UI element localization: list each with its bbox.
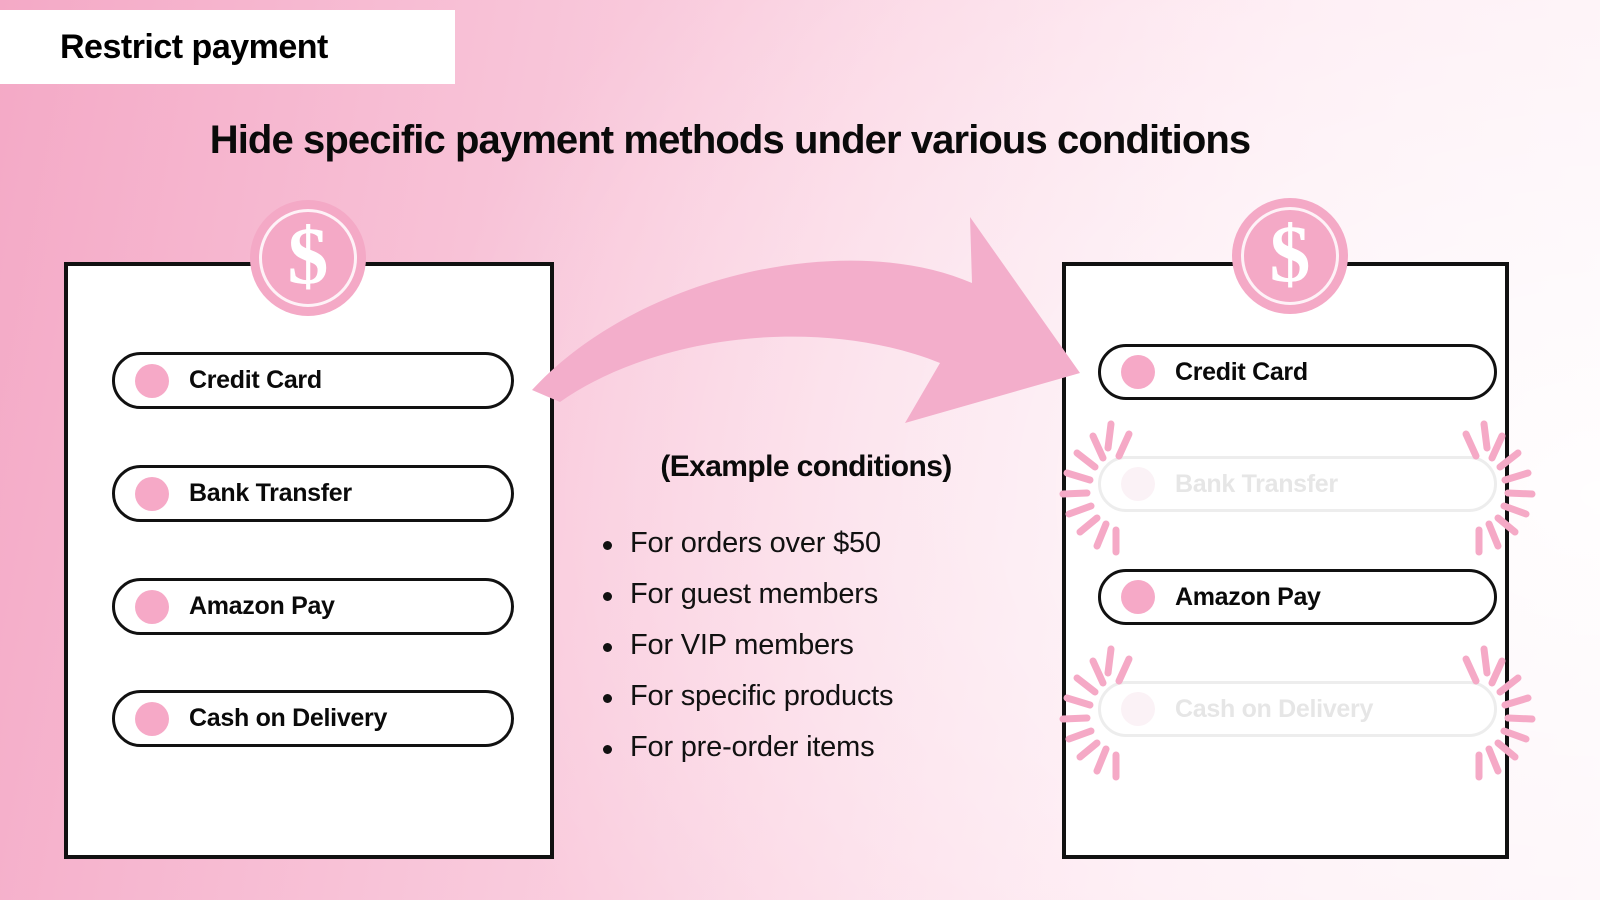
radio-dot-icon[interactable] (135, 589, 169, 624)
payment-option-bank-transfer-hidden: Bank Transfer (1098, 456, 1497, 512)
condition-item: For specific products (600, 671, 1030, 722)
payment-option-label: Cash on Delivery (1175, 694, 1374, 723)
payment-option-cash-on-delivery-hidden: Cash on Delivery (1098, 681, 1497, 737)
condition-item: For pre-order items (600, 722, 1030, 773)
payment-option-label: Credit Card (189, 366, 322, 394)
payment-option-amazon-pay[interactable]: Amazon Pay (112, 578, 514, 635)
dollar-coin-icon-right: $ (1232, 198, 1348, 314)
condition-item: For VIP members (600, 620, 1030, 671)
payment-option-credit-card-after[interactable]: Credit Card (1098, 344, 1497, 400)
page-headline: Hide specific payment methods under vari… (209, 118, 1251, 162)
payment-option-amazon-pay-after[interactable]: Amazon Pay (1098, 569, 1497, 625)
radio-dot-icon[interactable] (135, 476, 169, 511)
radio-dot-icon[interactable] (1121, 355, 1155, 389)
radio-dot-icon[interactable] (1121, 580, 1155, 614)
conditions-title: (Example conditions) (660, 450, 952, 483)
dollar-symbol: $ (287, 210, 329, 301)
conditions-list: For orders over $50 For guest members Fo… (600, 518, 1030, 773)
radio-dot-icon[interactable] (135, 701, 169, 736)
payment-option-cash-on-delivery[interactable]: Cash on Delivery (112, 690, 514, 747)
dollar-coin-icon-left: $ (250, 200, 366, 316)
payment-option-credit-card[interactable]: Credit Card (112, 352, 514, 409)
title-banner: Restrict payment (0, 10, 455, 84)
payment-option-bank-transfer[interactable]: Bank Transfer (112, 465, 514, 522)
payment-option-label: Credit Card (1175, 357, 1308, 386)
radio-dot-icon (1121, 692, 1155, 726)
condition-item: For orders over $50 (600, 518, 1030, 569)
dollar-symbol: $ (1269, 208, 1311, 299)
radio-dot-icon[interactable] (135, 363, 169, 398)
payment-option-label: Bank Transfer (1175, 469, 1338, 498)
payment-option-label: Amazon Pay (1175, 582, 1321, 611)
condition-item: For guest members (600, 569, 1030, 620)
payment-option-label: Amazon Pay (189, 592, 335, 620)
banner-title: Restrict payment (60, 27, 328, 66)
payment-option-label: Bank Transfer (189, 479, 352, 507)
payment-option-label: Cash on Delivery (189, 704, 388, 732)
radio-dot-icon (1121, 467, 1155, 501)
